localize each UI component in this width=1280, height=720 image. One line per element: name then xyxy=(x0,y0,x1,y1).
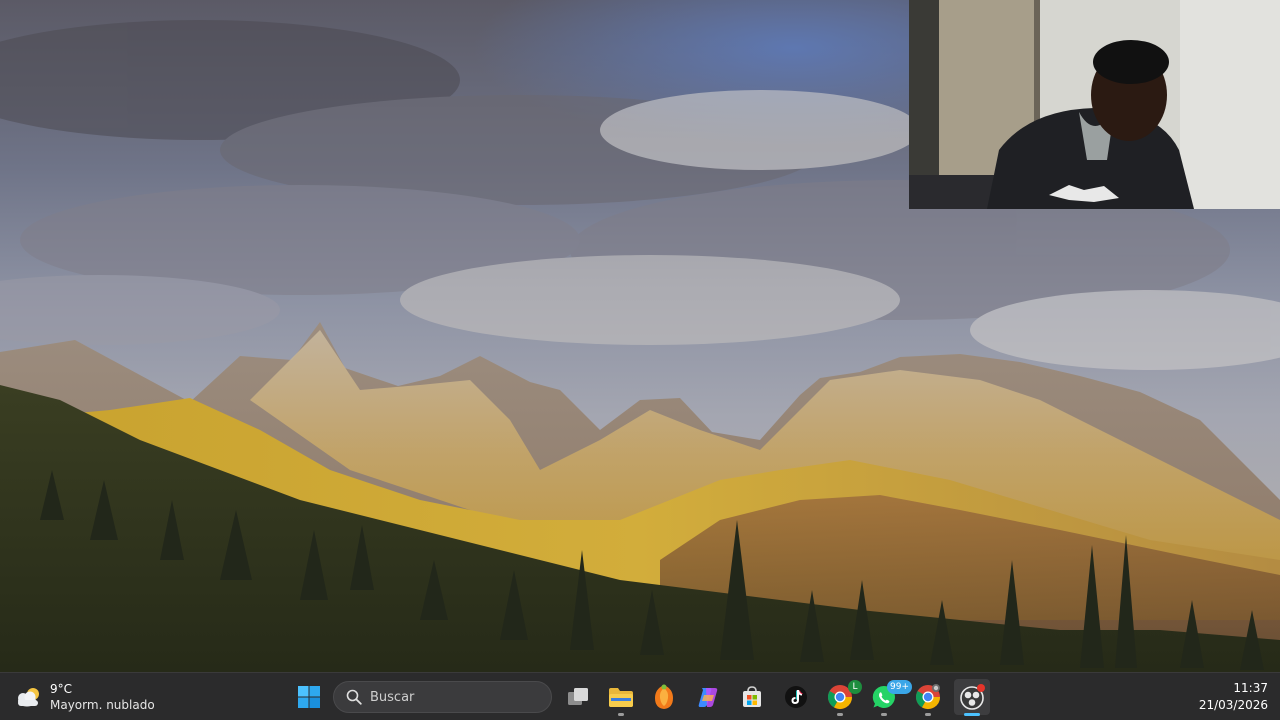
file-explorer-button[interactable] xyxy=(603,679,639,716)
unread-count-badge: 99+ xyxy=(887,680,912,694)
search-icon xyxy=(346,689,362,705)
clock-time: 11:37 xyxy=(1233,681,1268,695)
fl-studio-button[interactable] xyxy=(646,679,682,715)
clock-date: 21/03/2026 xyxy=(1198,698,1268,712)
microsoft-store-button[interactable] xyxy=(734,679,770,715)
copilot-icon xyxy=(698,688,718,707)
weather-widget[interactable]: 9°C Mayorm. nublado xyxy=(14,679,155,715)
weather-temperature: 9°C xyxy=(50,682,73,696)
obs-icon xyxy=(960,684,985,710)
tiktok-button[interactable] xyxy=(778,679,814,715)
chrome-profile-button[interactable]: L xyxy=(822,679,862,716)
task-view-icon xyxy=(568,688,588,705)
tiktok-icon xyxy=(785,686,807,708)
active-indicator xyxy=(964,713,980,716)
weather-condition: Mayorm. nublado xyxy=(50,698,155,712)
whatsapp-button[interactable]: 99+ xyxy=(866,679,912,716)
chrome-button[interactable] xyxy=(910,679,946,716)
chrome-icon xyxy=(915,684,940,710)
running-indicator xyxy=(618,713,624,716)
partly-cloudy-icon xyxy=(18,688,39,707)
taskbar: 9°C Mayorm. nublado Buscar L 99+ 11:37 2… xyxy=(0,672,1280,720)
profile-badge: L xyxy=(848,680,862,694)
folder-icon xyxy=(609,688,633,707)
fl-studio-icon xyxy=(655,684,673,709)
running-indicator xyxy=(837,713,843,716)
store-icon xyxy=(743,686,761,707)
search-input[interactable] xyxy=(370,689,530,705)
start-button[interactable] xyxy=(293,681,325,713)
obs-studio-button[interactable] xyxy=(954,679,990,716)
task-view-button[interactable] xyxy=(560,679,596,715)
running-indicator xyxy=(881,713,887,716)
windows-logo-icon xyxy=(298,686,320,708)
webcam-feed-image xyxy=(909,0,1280,209)
running-indicator xyxy=(925,713,931,716)
copilot-button[interactable] xyxy=(690,679,726,715)
webcam-overlay xyxy=(909,0,1280,209)
search-box[interactable] xyxy=(333,681,552,713)
system-clock[interactable]: 11:37 21/03/2026 xyxy=(1199,679,1268,715)
